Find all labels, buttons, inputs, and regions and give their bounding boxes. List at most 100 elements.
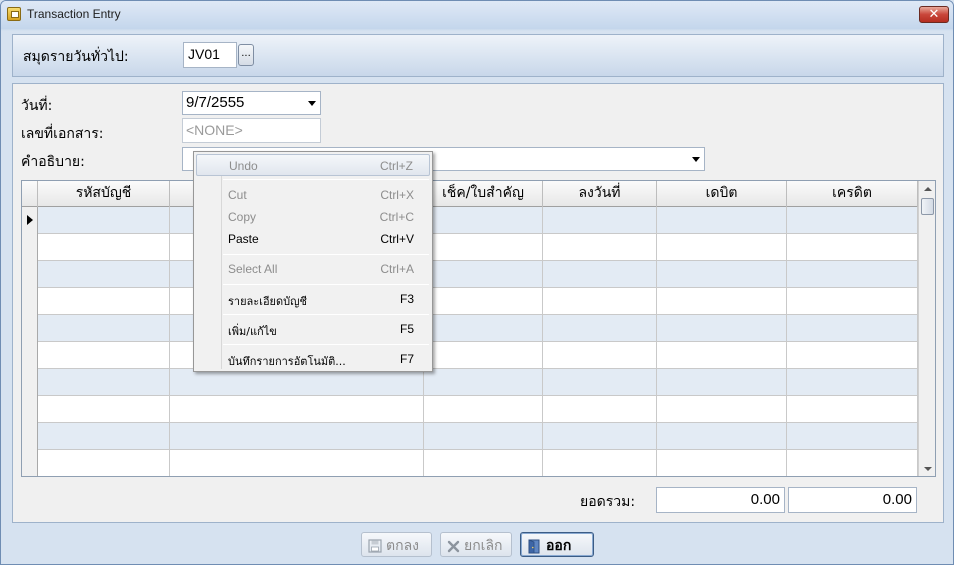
grid-cell[interactable]	[787, 342, 918, 369]
col-header-debit[interactable]: เดบิต	[657, 181, 787, 207]
transaction-grid[interactable]: รหัสบัญชี เช็ค/ใบสำคัญ ลงวันที่ เดบิต เค…	[21, 180, 936, 477]
grid-scrollbar[interactable]	[918, 181, 935, 476]
grid-cell[interactable]	[424, 261, 543, 288]
grid-cell[interactable]	[543, 315, 657, 342]
grid-cell[interactable]	[424, 234, 543, 261]
grid-cell[interactable]	[543, 261, 657, 288]
menu-item-undo[interactable]: Undo Ctrl+Z	[196, 154, 430, 176]
chevron-down-icon[interactable]	[692, 157, 700, 162]
menu-item-cut[interactable]: Cut Ctrl+X	[196, 184, 430, 206]
grid-cell[interactable]	[170, 369, 424, 396]
grid-cell[interactable]	[543, 450, 657, 476]
row-header[interactable]	[22, 423, 38, 450]
grid-cell[interactable]	[38, 450, 170, 476]
row-header[interactable]	[22, 369, 38, 396]
table-row[interactable]	[22, 207, 918, 234]
grid-cell[interactable]	[424, 207, 543, 234]
grid-cell[interactable]	[38, 396, 170, 423]
grid-cell[interactable]	[787, 315, 918, 342]
menu-item-select-all[interactable]: Select All Ctrl+A	[196, 258, 430, 280]
close-button[interactable]: ✕	[919, 6, 949, 23]
row-header[interactable]	[22, 207, 38, 234]
scroll-thumb[interactable]	[921, 198, 934, 215]
col-header-credit[interactable]: เครดิต	[787, 181, 918, 207]
grid-cell[interactable]	[170, 423, 424, 450]
grid-cell[interactable]	[657, 315, 787, 342]
grid-cell[interactable]	[424, 369, 543, 396]
grid-cell[interactable]	[170, 450, 424, 476]
table-row[interactable]	[22, 396, 918, 423]
grid-cell[interactable]	[38, 369, 170, 396]
grid-cell[interactable]	[657, 207, 787, 234]
grid-cell[interactable]	[424, 315, 543, 342]
ok-button[interactable]: ตกลง	[361, 532, 432, 557]
grid-cell[interactable]	[38, 261, 170, 288]
grid-cell[interactable]	[787, 207, 918, 234]
grid-cell[interactable]	[787, 288, 918, 315]
row-header[interactable]	[22, 234, 38, 261]
grid-cell[interactable]	[787, 369, 918, 396]
grid-cell[interactable]	[424, 450, 543, 476]
menu-item-account-details[interactable]: รายละเอียดบัญชี F3	[196, 288, 430, 310]
grid-cell[interactable]	[787, 396, 918, 423]
grid-cell[interactable]	[424, 288, 543, 315]
grid-cell[interactable]	[543, 342, 657, 369]
table-row[interactable]	[22, 288, 918, 315]
grid-cell[interactable]	[424, 423, 543, 450]
table-row[interactable]	[22, 423, 918, 450]
grid-cell[interactable]	[424, 342, 543, 369]
grid-cell[interactable]	[657, 261, 787, 288]
date-picker[interactable]: 9/7/2555	[182, 91, 321, 115]
col-header-date[interactable]: ลงวันที่	[543, 181, 657, 207]
grid-cell[interactable]	[657, 450, 787, 476]
grid-cell[interactable]	[38, 207, 170, 234]
table-row[interactable]	[22, 450, 918, 476]
grid-cell[interactable]	[38, 315, 170, 342]
grid-cell[interactable]	[543, 369, 657, 396]
table-row[interactable]	[22, 234, 918, 261]
table-row[interactable]	[22, 261, 918, 288]
journal-code-input[interactable]: JV01	[183, 42, 237, 68]
grid-cell[interactable]	[38, 234, 170, 261]
table-row[interactable]	[22, 342, 918, 369]
doc-number-field[interactable]: <NONE>	[182, 118, 321, 143]
grid-cell[interactable]	[424, 396, 543, 423]
row-header[interactable]	[22, 450, 38, 476]
grid-cell[interactable]	[657, 234, 787, 261]
row-header[interactable]	[22, 315, 38, 342]
table-row[interactable]	[22, 369, 918, 396]
grid-cell[interactable]	[543, 396, 657, 423]
grid-cell[interactable]	[787, 261, 918, 288]
grid-cell[interactable]	[543, 207, 657, 234]
row-header[interactable]	[22, 261, 38, 288]
grid-cell[interactable]	[657, 342, 787, 369]
menu-item-add-edit[interactable]: เพิ่ม/แก้ไข F5	[196, 318, 430, 340]
exit-button[interactable]: ออก	[520, 532, 594, 557]
cancel-button[interactable]: ยกเลิก	[440, 532, 512, 557]
menu-item-paste[interactable]: Paste Ctrl+V	[196, 228, 430, 250]
scroll-down-icon[interactable]	[924, 467, 932, 471]
chevron-down-icon[interactable]	[308, 101, 316, 106]
row-header[interactable]	[22, 396, 38, 423]
menu-item-copy[interactable]: Copy Ctrl+C	[196, 206, 430, 228]
journal-browse-button[interactable]: ...	[238, 44, 254, 66]
menu-item-auto-record[interactable]: บันทึกรายการอัตโนมัติ... F7	[196, 348, 430, 370]
grid-cell[interactable]	[38, 342, 170, 369]
grid-cell[interactable]	[543, 234, 657, 261]
grid-cell[interactable]	[787, 234, 918, 261]
grid-cell[interactable]	[657, 423, 787, 450]
grid-cell[interactable]	[38, 288, 170, 315]
grid-cell[interactable]	[543, 423, 657, 450]
table-row[interactable]	[22, 315, 918, 342]
grid-cell[interactable]	[170, 396, 424, 423]
grid-cell[interactable]	[787, 423, 918, 450]
row-header[interactable]	[22, 288, 38, 315]
row-header[interactable]	[22, 342, 38, 369]
grid-cell[interactable]	[657, 288, 787, 315]
grid-cell[interactable]	[657, 369, 787, 396]
col-header-voucher[interactable]: เช็ค/ใบสำคัญ	[424, 181, 543, 207]
grid-cell[interactable]	[543, 288, 657, 315]
col-header-account-code[interactable]: รหัสบัญชี	[38, 181, 170, 207]
grid-cell[interactable]	[657, 396, 787, 423]
grid-cell[interactable]	[787, 450, 918, 476]
